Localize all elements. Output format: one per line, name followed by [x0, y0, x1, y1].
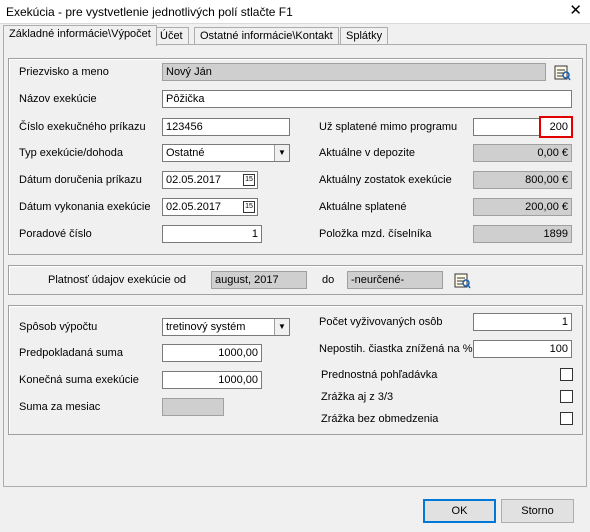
exec-name-input[interactable]: Pôžička [162, 90, 572, 108]
third-checkbox[interactable] [560, 390, 573, 403]
final-label: Konečná suma exekúcie [19, 374, 139, 386]
paid-value: 200,00 € [473, 198, 572, 216]
final-input[interactable]: 1000,00 [162, 371, 262, 389]
calendar-icon[interactable]: 15 [243, 201, 255, 213]
validity-from-label: Platnosť údajov exekúcie od [48, 274, 187, 286]
balance-value: 800,00 € [473, 171, 572, 189]
tab-account[interactable]: Účet [154, 27, 189, 45]
method-select-value: tretinový systém [166, 321, 246, 333]
nonattach-label: Nepostih. čiastka znížená na % [319, 343, 473, 355]
type-select[interactable]: Ostatné ▼ [162, 144, 290, 162]
delivery-date-label: Dátum doručenia príkazu [19, 174, 142, 186]
balance-label: Aktuálny zostatok exekúcie [319, 174, 452, 186]
order-label: Poradové číslo [19, 228, 92, 240]
exec-name-label: Názov exekúcie [19, 93, 97, 105]
tab-other-info[interactable]: Ostatné informácie\Kontakt [194, 27, 339, 45]
name-label: Priezvisko a meno [19, 66, 109, 78]
lookup-icon[interactable] [453, 271, 471, 289]
payroll-item-label: Položka mzd. číselníka [319, 228, 432, 240]
expected-label: Predpokladaná suma [19, 347, 123, 359]
deposit-label: Aktuálne v depozite [319, 147, 416, 159]
payroll-item-value: 1899 [473, 225, 572, 243]
name-field: Nový Ján [162, 63, 546, 81]
chevron-down-icon[interactable]: ▼ [274, 319, 289, 335]
type-label: Typ exekúcie/dohoda [19, 147, 123, 159]
close-icon[interactable]: ✕ [569, 3, 582, 19]
window-title: Exekúcia - pre vystvetlenie jednotlivých… [6, 5, 293, 19]
third-label: Zrážka aj z 3/3 [321, 391, 394, 403]
paid-label: Aktuálne splatené [319, 201, 407, 213]
method-label: Spôsob výpočtu [19, 321, 98, 333]
paid-outside-label: Už splatené mimo programu [319, 121, 458, 133]
unlimited-label: Zrážka bez obmedzenia [321, 413, 439, 425]
exec-date-label: Dátum vykonania exekúcie [19, 201, 151, 213]
chevron-down-icon[interactable]: ▼ [274, 145, 289, 161]
calendar-icon[interactable]: 15 [243, 174, 255, 186]
tab-basic-info[interactable]: Základné informácie\Výpočet [3, 25, 157, 46]
delivery-date-input[interactable]: 02.05.2017 15 [162, 171, 258, 189]
ok-button[interactable]: OK [423, 499, 496, 523]
order-no-input[interactable]: 123456 [162, 118, 290, 136]
dependents-input[interactable]: 1 [473, 313, 572, 331]
nonattach-input[interactable]: 100 [473, 340, 572, 358]
tab-installments[interactable]: Splátky [340, 27, 389, 45]
title-bar: Exekúcia - pre vystvetlenie jednotlivých… [0, 0, 590, 24]
paid-outside-input-left[interactable] [473, 118, 541, 136]
unlimited-checkbox[interactable] [560, 412, 573, 425]
validity-to-label: do [322, 274, 335, 286]
priority-checkbox[interactable] [560, 368, 573, 381]
lookup-icon[interactable] [553, 63, 571, 81]
cancel-button[interactable]: Storno [501, 499, 574, 523]
exec-date-input[interactable]: 02.05.2017 15 [162, 198, 258, 216]
expected-input[interactable]: 1000,00 [162, 344, 262, 362]
monthly-label: Suma za mesiac [19, 401, 101, 413]
order-no-label: Číslo exekučného príkazu [19, 121, 146, 133]
deposit-value: 0,00 € [473, 144, 572, 162]
priority-label: Prednostná pohľadávka [321, 369, 438, 381]
type-select-value: Ostatné [166, 147, 205, 159]
order-input[interactable]: 1 [162, 225, 262, 243]
method-select[interactable]: tretinový systém ▼ [162, 318, 290, 336]
delivery-date-value: 02.05.2017 [166, 174, 222, 186]
paid-outside-input[interactable]: 200 [539, 116, 573, 138]
dependents-label: Počet vyživovaných osôb [319, 316, 443, 328]
monthly-value [162, 398, 224, 416]
exec-date-value: 02.05.2017 [166, 201, 222, 213]
validity-from-value: august, 2017 [211, 271, 307, 289]
validity-to-value: -neurčené- [347, 271, 443, 289]
